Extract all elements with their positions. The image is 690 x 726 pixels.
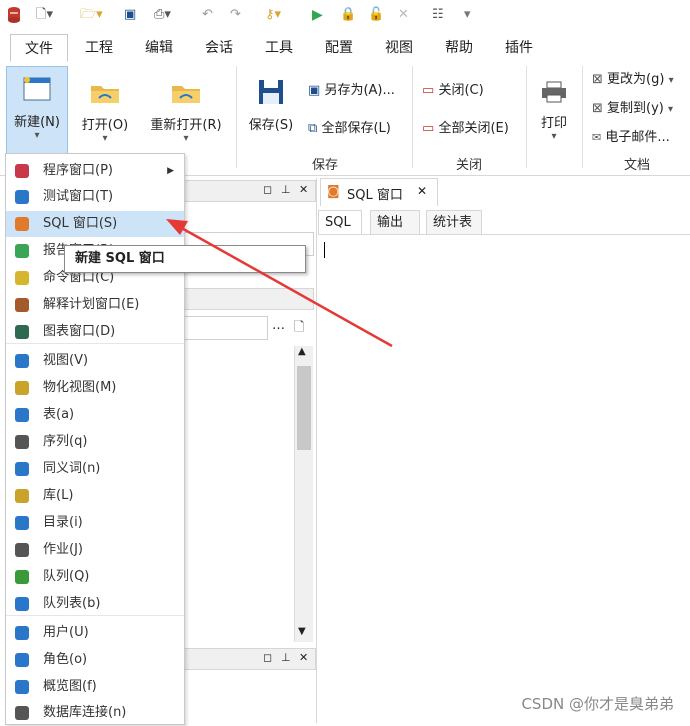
red-arrow-annotation (166, 219, 393, 348)
watermark: CSDN @你才是臭弟弟 (521, 695, 674, 713)
